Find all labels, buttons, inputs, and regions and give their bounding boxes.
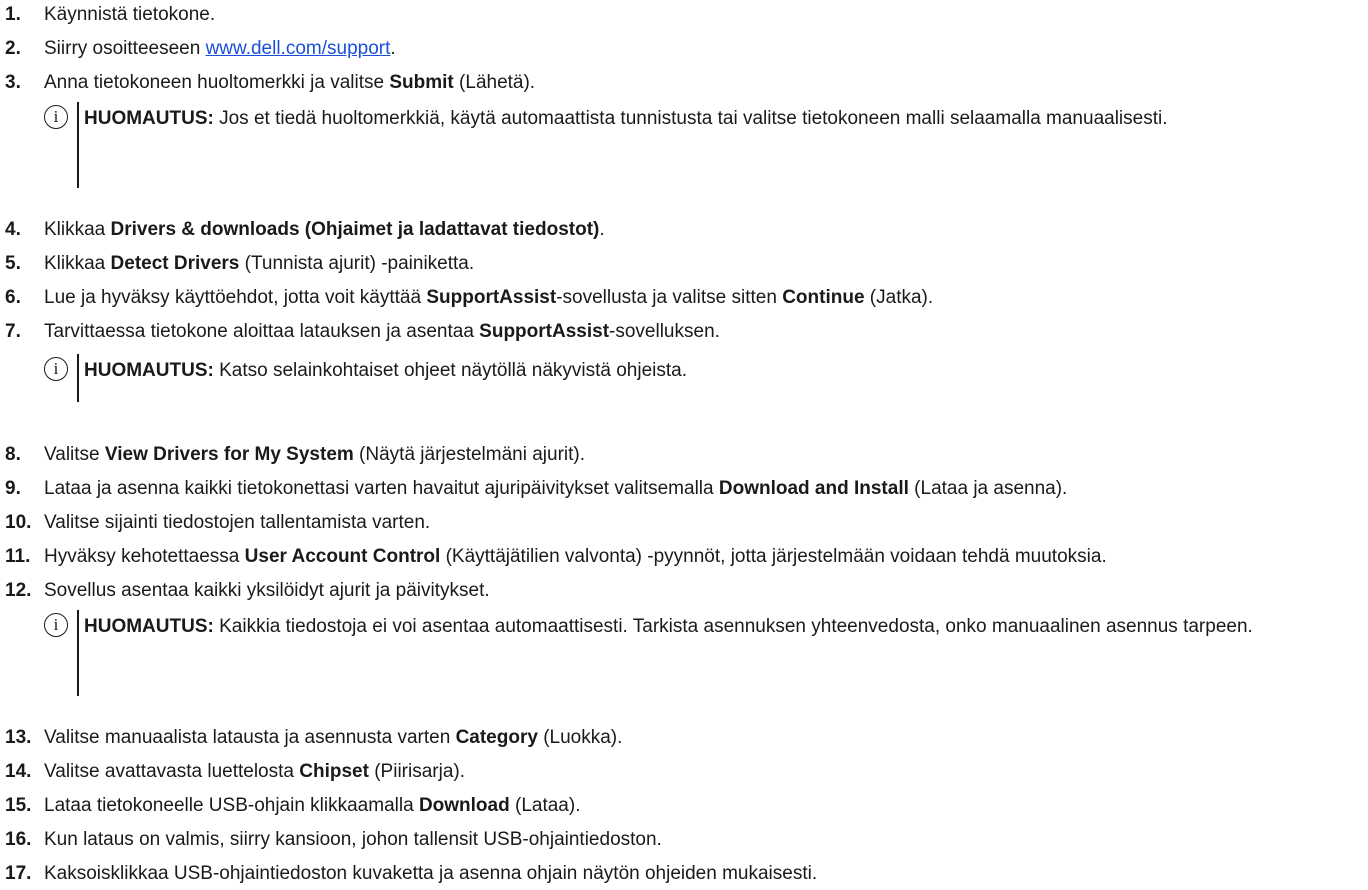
step-number: 7. [5,321,21,342]
step-17: 17. Kaksoisklikkaa USB-ohjaintiedoston k… [0,861,1368,887]
note-text: HUOMAUTUS: Katso selainkohtaiset ohjeet … [84,360,688,381]
step-text: Valitse avattavasta luettelosta Chipset … [44,761,465,782]
step-text: Klikkaa Drivers & downloads (Ohjaimet ja… [44,219,605,240]
step-15: 15. Lataa tietokoneelle USB-ohjain klikk… [0,793,1368,819]
dell-support-link[interactable]: www.dell.com/support [206,38,391,59]
step-number: 6. [5,287,21,308]
step-text: Hyväksy kehotettaessa User Account Contr… [44,546,1107,567]
note-label: HUOMAUTUS: [84,108,214,129]
ui-term: Download [418,795,510,816]
step-5: 5. Klikkaa Detect Drivers (Tunnista ajur… [0,251,1368,277]
step-1: 1. Käynnistä tietokone. [0,2,1368,28]
info-icon: i [44,613,68,637]
step-text: Valitse View Drivers for My System (Näyt… [44,444,586,465]
step-13: 13. Valitse manuaalista latausta ja asen… [0,725,1368,751]
instructions-document: 1. Käynnistä tietokone. 2. Siirry osoitt… [0,0,1368,890]
ui-term: SupportAssist [479,321,610,342]
step-11: 11. Hyväksy kehotettaessa User Account C… [0,544,1368,570]
step-number: 3. [5,72,21,93]
ui-term: SupportAssist [426,287,557,308]
ui-term: Category [455,727,538,748]
step-number: 9. [5,478,21,499]
step-text: Lataa ja asenna kaikki tietokonettasi va… [44,478,1068,499]
note-manual-install: i HUOMAUTUS: Kaikkia tiedostoja ei voi a… [44,610,1348,696]
info-icon: i [44,105,68,129]
step-text: Käynnistä tietokone. [44,4,216,25]
step-text: Sovellus asentaa kaikki yksilöidyt ajuri… [44,580,490,601]
step-text: Lataa tietokoneelle USB-ohjain klikkaama… [44,795,581,816]
step-9: 9. Lataa ja asenna kaikki tietokonettasi… [0,476,1368,502]
step-number: 8. [5,444,21,465]
step-8: 8. Valitse View Drivers for My System (N… [0,442,1368,468]
step-3: 3. Anna tietokoneen huoltomerkki ja vali… [0,70,1368,96]
step-number: 2. [5,38,21,59]
step-number: 15. [5,795,32,816]
note-text: HUOMAUTUS: Kaikkia tiedostoja ei voi ase… [84,616,1253,637]
step-number: 1. [5,4,21,25]
note-divider [77,102,79,188]
step-number: 17. [5,863,32,884]
step-number: 11. [5,546,31,567]
step-number: 10. [5,512,32,533]
ui-term: Download and Install [718,478,909,499]
note-label: HUOMAUTUS: [84,360,214,381]
step-number: 13. [5,727,32,748]
step-14: 14. Valitse avattavasta luettelosta Chip… [0,759,1368,785]
ui-term: Submit [389,72,454,93]
step-text: Kaksoisklikkaa USB-ohjaintiedoston kuvak… [44,863,818,884]
step-text: Anna tietokoneen huoltomerkki ja valitse… [44,72,536,93]
ui-term: View Drivers for My System [104,444,354,465]
step-16: 16. Kun lataus on valmis, siirry kansioo… [0,827,1368,853]
step-text: Valitse sijainti tiedostojen tallentamis… [44,512,431,533]
note-text: HUOMAUTUS: Jos et tiedä huoltomerkkiä, k… [84,108,1168,129]
step-text: Siirry osoitteeseen www.dell.com/support… [44,38,396,59]
step-text: Lue ja hyväksy käyttöehdot, jotta voit k… [44,287,934,308]
step-number: 4. [5,219,21,240]
step-number: 5. [5,253,21,274]
info-icon: i [44,357,68,381]
ui-term: Chipset [299,761,369,782]
step-number: 16. [5,829,32,850]
note-service-tag: i HUOMAUTUS: Jos et tiedä huoltomerkkiä,… [44,102,1348,188]
note-label: HUOMAUTUS: [84,616,214,637]
step-text: Valitse manuaalista latausta ja asennust… [44,727,623,748]
step-number: 12. [5,580,32,601]
step-text: Klikkaa Detect Drivers (Tunnista ajurit)… [44,253,475,274]
ui-term: Drivers & downloads (Ohjaimet ja ladatta… [110,219,600,240]
step-2: 2. Siirry osoitteeseen www.dell.com/supp… [0,36,1368,62]
ui-term: User Account Control [244,546,441,567]
note-divider [77,354,79,402]
step-12: 12. Sovellus asentaa kaikki yksilöidyt a… [0,578,1368,604]
step-number: 14. [5,761,32,782]
step-text: Tarvittaessa tietokone aloittaa lataukse… [44,321,720,342]
ui-term: Continue [782,287,865,308]
step-7: 7. Tarvittaessa tietokone aloittaa latau… [0,319,1368,345]
note-browser: i HUOMAUTUS: Katso selainkohtaiset ohjee… [44,354,1348,402]
note-divider [77,610,79,696]
step-text: Kun lataus on valmis, siirry kansioon, j… [44,829,662,850]
step-6: 6. Lue ja hyväksy käyttöehdot, jotta voi… [0,285,1368,311]
step-4: 4. Klikkaa Drivers & downloads (Ohjaimet… [0,217,1368,243]
step-10: 10. Valitse sijainti tiedostojen tallent… [0,510,1368,536]
ui-term: Detect Drivers [110,253,240,274]
